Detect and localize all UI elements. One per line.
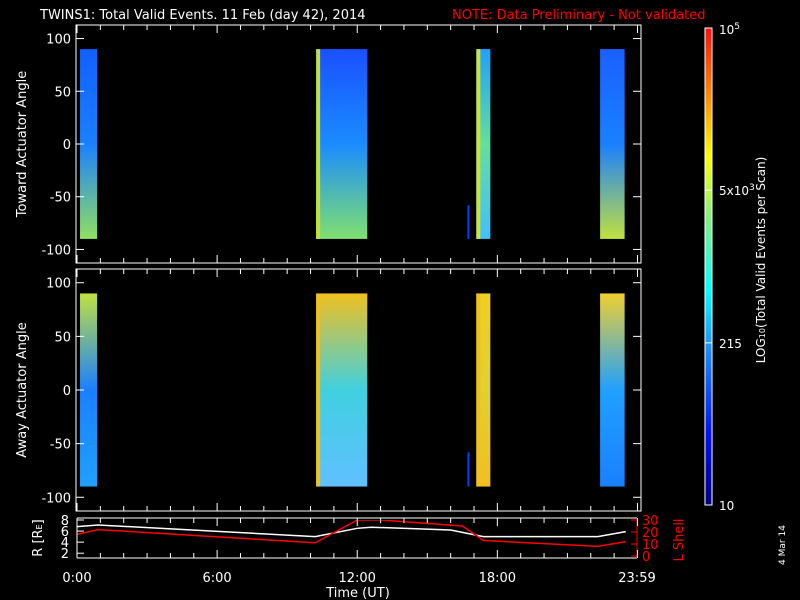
colorbar	[704, 27, 713, 506]
band-edge	[316, 293, 321, 487]
bottom-ylabel: Away Actuator Angle	[15, 322, 30, 457]
r-ylabel: R [RE]	[31, 519, 46, 556]
y-tick-label: 0	[63, 384, 71, 399]
x-tick-label: 18:00	[479, 571, 516, 586]
colorbar-tick-label: 215	[719, 337, 742, 351]
band-edge	[476, 293, 481, 487]
y-tick-label: 0	[63, 138, 71, 153]
data-band	[316, 49, 368, 239]
colorbar-label: LOG10(Total Valid Events per Scan)	[754, 157, 768, 364]
y-tick-label: 50	[54, 85, 71, 100]
plot-area: 100500-50-100100500-50-100864230201000:0…	[15, 8, 788, 600]
y-tick-label: 100	[46, 33, 71, 48]
y-tick-label: -50	[50, 438, 71, 453]
data-band	[316, 293, 368, 487]
band-edge	[316, 49, 321, 239]
x-tick-label: 23:59	[618, 571, 655, 586]
band-edge	[476, 49, 481, 239]
date-stamp: 4 Mar 14	[778, 525, 788, 565]
r-series-line	[77, 524, 626, 538]
colorbar-tick-label: 105	[719, 22, 740, 37]
x-tick-label: 0:00	[62, 571, 91, 586]
y-tick-label: -100	[41, 491, 71, 506]
y-tick-label: 2	[61, 547, 69, 562]
preliminary-note: NOTE: Data Preliminary - Not validated	[452, 8, 706, 23]
colorbar-tick-label: 10	[719, 499, 734, 513]
chart-title: TWINS1: Total Valid Events. 11 Feb (day …	[39, 8, 366, 23]
lshell-ylabel: L Shell	[672, 518, 687, 561]
y2-tick-label: 0	[642, 550, 650, 565]
xlabel: Time (UT)	[325, 586, 390, 600]
x-tick-label: 6:00	[203, 571, 232, 586]
colorbar-tick-label: 5x103	[719, 183, 755, 198]
y-tick-label: -50	[50, 191, 71, 206]
top-ylabel: Toward Actuator Angle	[15, 71, 30, 218]
y-tick-label: -100	[41, 243, 71, 258]
y-tick-label: 50	[54, 330, 71, 345]
lshell-series-line	[77, 520, 626, 548]
y-tick-label: 100	[46, 277, 71, 292]
x-tick-label: 12:00	[338, 571, 375, 586]
data-band	[600, 49, 625, 239]
data-band	[600, 293, 625, 487]
